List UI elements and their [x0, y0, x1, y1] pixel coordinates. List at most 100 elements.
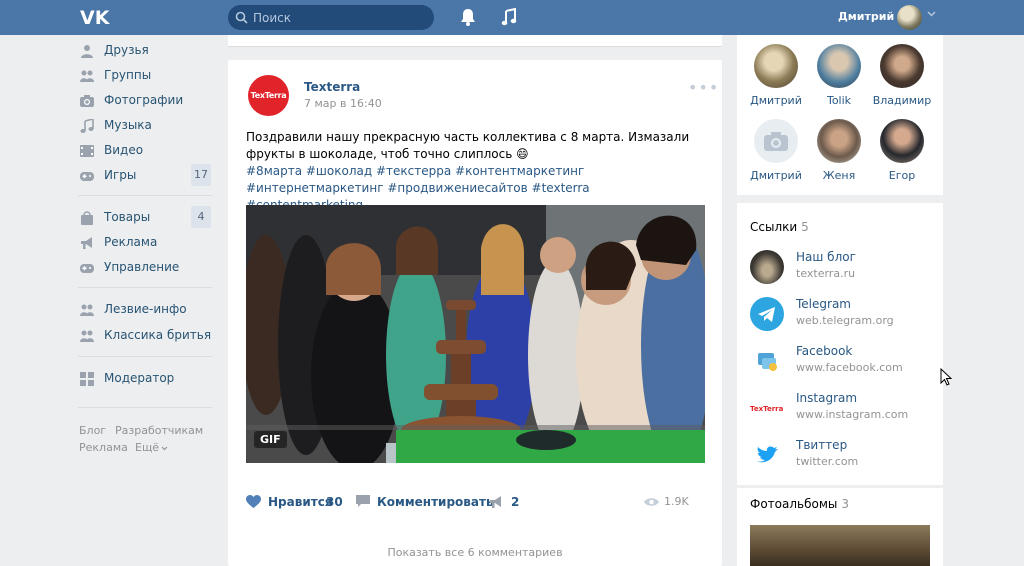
bell-icon[interactable]: [460, 8, 476, 26]
chevron-down-icon[interactable]: [161, 446, 168, 451]
link-title: Твиттер: [796, 438, 848, 452]
friend-name: Tolik: [826, 94, 852, 107]
twitter-icon: [750, 438, 784, 472]
user-avatar[interactable]: [897, 5, 922, 30]
nav-item-goods[interactable]: Товары 4: [78, 206, 216, 229]
link-item-facebook[interactable]: Facebook www.facebook.com: [750, 341, 940, 381]
megaphone-icon: [81, 237, 92, 249]
nav-item-group-lezvie[interactable]: Лезвие-инфо: [78, 299, 216, 321]
camera-icon: [80, 95, 94, 107]
photo-albums-block: Фотоальбомы 3: [737, 488, 943, 566]
nav-item-group-classic[interactable]: Классика бритья: [78, 325, 216, 347]
link-url: web.telegram.org: [796, 314, 894, 327]
nav-item-label: Модератор: [104, 371, 175, 385]
music-icon: [80, 119, 94, 133]
footer-link-developers[interactable]: Разработчикам: [115, 424, 203, 437]
nav-item-photos[interactable]: Фотографии: [78, 90, 216, 112]
link-item-twitter[interactable]: Твиттер twitter.com: [750, 435, 940, 475]
friend-avatar: [880, 119, 924, 163]
link-item-instagram[interactable]: TexTerra Instagram www.instagram.com: [750, 388, 940, 428]
footer-link-ads[interactable]: Реклама: [79, 441, 128, 454]
nav-item-groups[interactable]: Группы: [78, 65, 216, 87]
footer-link-blog[interactable]: Блог: [79, 424, 106, 437]
heart-icon: [246, 495, 261, 508]
friend-name: Дмитрий: [750, 94, 802, 107]
gamepad-icon: [80, 264, 94, 273]
search-input[interactable]: Поиск: [228, 5, 434, 30]
vk-logo-icon[interactable]: VK: [80, 7, 110, 27]
svg-text:VK: VK: [80, 7, 110, 27]
friend-avatar-placeholder: [754, 119, 798, 163]
camera-icon: [764, 132, 788, 151]
gif-badge: GIF: [254, 431, 287, 448]
nav-item-games[interactable]: Игры 17: [78, 164, 216, 187]
comment-label: Комментировать: [377, 495, 494, 509]
albums-title: Фотоальбомы: [750, 497, 838, 511]
group-icon: [80, 304, 94, 316]
friend-item[interactable]: Tolik: [808, 44, 870, 107]
friend-avatar: [880, 44, 924, 88]
post-text: Поздравили нашу прекрасную часть коллект…: [246, 130, 690, 161]
previous-post-bottom: [228, 35, 722, 47]
nav-item-moderator[interactable]: Модератор: [78, 368, 216, 390]
comment-button[interactable]: Комментировать: [356, 493, 494, 513]
show-all-comments-link[interactable]: Показать все 6 комментариев: [228, 546, 722, 559]
link-title: Telegram: [796, 297, 851, 311]
group-icon: [80, 330, 94, 342]
share-button[interactable]: 2: [489, 493, 529, 513]
gif-scene-illustration: [246, 205, 705, 463]
link-url: www.facebook.com: [796, 361, 903, 374]
comment-icon: [356, 495, 370, 507]
nav-item-label: Реклама: [104, 235, 158, 249]
goods-count-badge: 4: [191, 206, 211, 228]
friend-item[interactable]: Владимир: [871, 44, 933, 107]
user-name[interactable]: Дмитрий: [838, 10, 894, 23]
link-item-telegram[interactable]: Telegram web.telegram.org: [750, 294, 940, 334]
nav-item-label: Фотографии: [104, 93, 184, 107]
friends-block: Дмитрий Tolik Владимир Дмитрий Женя Егор: [737, 35, 943, 195]
person-icon: [81, 45, 93, 58]
nav-item-label: Классика бритья: [104, 328, 212, 342]
nav-item-ads[interactable]: Реклама: [78, 232, 216, 254]
nav-item-video[interactable]: Видео: [78, 140, 216, 162]
links-block: Ссылки 5 Наш блог texterra.ru Telegram we…: [737, 203, 943, 485]
friend-avatar: [817, 44, 861, 88]
music-icon[interactable]: [501, 8, 517, 26]
eye-icon: [644, 498, 659, 506]
post-author[interactable]: Texterra: [304, 80, 360, 94]
link-item-blog[interactable]: Наш блог texterra.ru: [750, 247, 940, 287]
author-logo-text: TexTerra: [250, 91, 287, 100]
friend-name: Женя: [822, 169, 856, 182]
search-placeholder: Поиск: [253, 11, 292, 25]
friend-item[interactable]: Дмитрий: [745, 119, 807, 182]
author-avatar[interactable]: TexTerra: [248, 75, 289, 116]
links-header[interactable]: Ссылки 5: [750, 220, 809, 234]
nav-item-music[interactable]: Музыка: [78, 115, 216, 137]
nav-divider: [78, 287, 212, 288]
nav-item-label: Музыка: [104, 118, 152, 132]
links-title: Ссылки: [750, 220, 798, 234]
share-count: 2: [511, 495, 520, 509]
like-button[interactable]: Нравится 30: [246, 493, 346, 513]
footer-link-more[interactable]: Ещё: [135, 441, 159, 454]
feed-post: TexTerra Texterra 7 мар в 16:40 ••• Позд…: [228, 60, 722, 566]
friend-item[interactable]: Женя: [808, 119, 870, 182]
nav-item-friends[interactable]: Друзья: [78, 40, 216, 62]
post-gif-image[interactable]: GIF: [246, 205, 705, 463]
grid-icon: [80, 372, 94, 386]
chevron-down-icon[interactable]: [927, 11, 936, 17]
mouse-cursor-icon: [940, 368, 952, 386]
post-date[interactable]: 7 мар в 16:40: [304, 97, 382, 110]
nav-item-management[interactable]: Управление: [78, 257, 216, 279]
svg-text:TexTerra: TexTerra: [750, 405, 784, 413]
friend-item[interactable]: Дмитрий: [745, 44, 807, 107]
link-title: Наш блог: [796, 250, 856, 264]
bag-icon: [81, 211, 93, 225]
post-actions-bar: Нравится 30 Комментировать 2 1.9K: [246, 493, 706, 513]
friend-item[interactable]: Егор: [871, 119, 933, 182]
more-options-icon[interactable]: •••: [688, 78, 719, 97]
album-cover[interactable]: [750, 525, 930, 566]
albums-header[interactable]: Фотоальбомы 3: [750, 497, 849, 511]
link-url: www.instagram.com: [796, 408, 909, 421]
link-title: Facebook: [796, 344, 853, 358]
